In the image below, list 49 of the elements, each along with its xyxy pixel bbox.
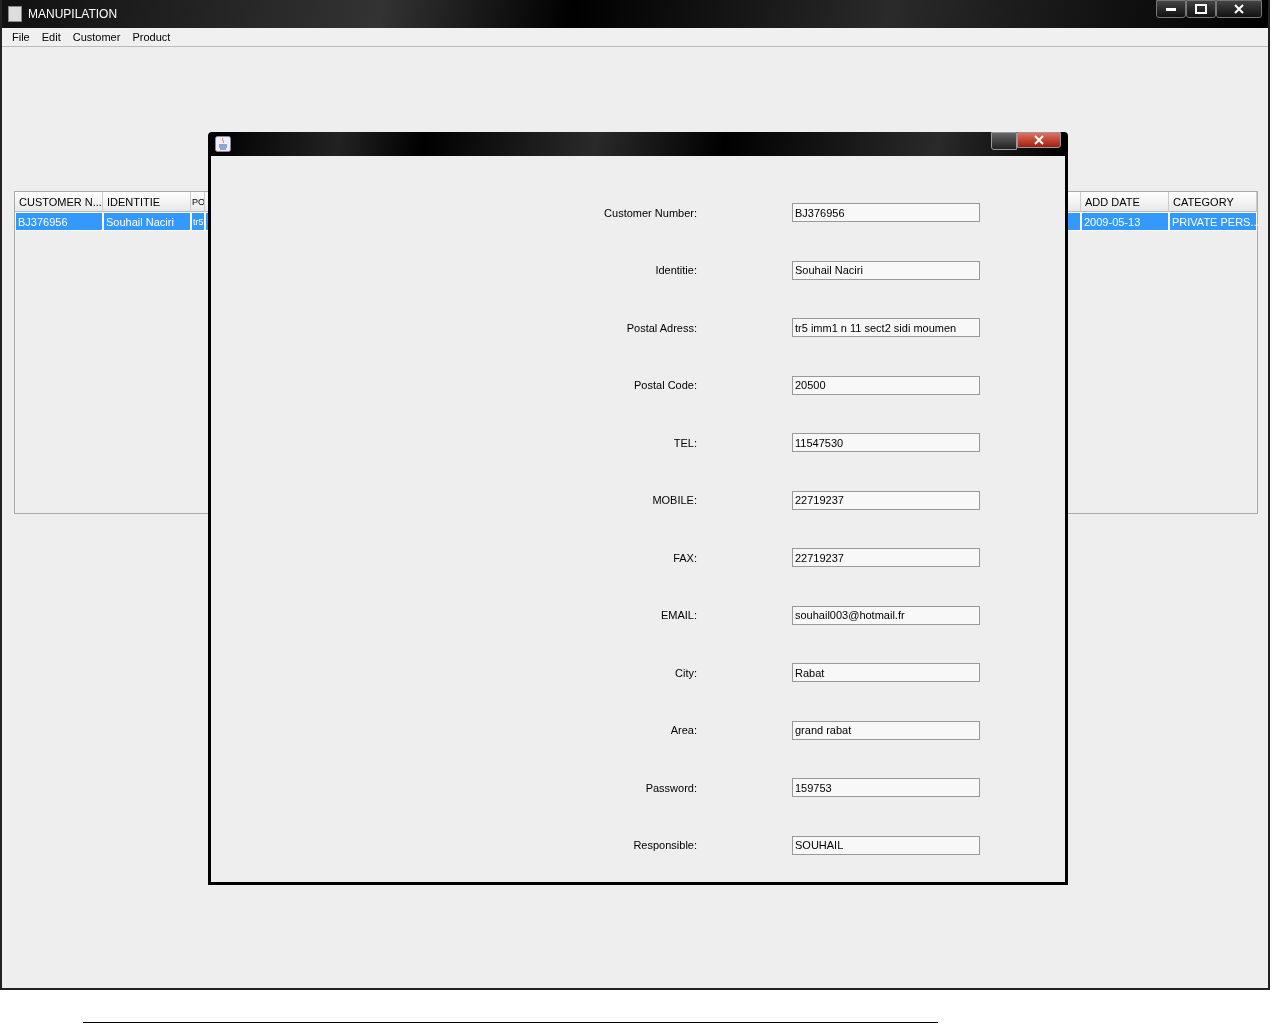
input-field[interactable]: BJ376956 (792, 203, 980, 222)
input-field[interactable]: 159753 (792, 778, 980, 797)
minimize-icon (1166, 7, 1176, 11)
menu-item[interactable]: Edit (35, 31, 67, 43)
field-label: Responsible: (632, 839, 697, 851)
menu-item[interactable]: Customer (66, 31, 127, 43)
field-label: Customer Number: (603, 206, 697, 219)
column-header[interactable]: ADD DATE (1081, 192, 1169, 212)
coffee-cup-icon (215, 136, 231, 152)
input-field[interactable]: Souhail Naciri (792, 260, 980, 280)
menu-item[interactable]: File (6, 31, 36, 43)
input-field[interactable]: 20500 (792, 375, 980, 395)
table-cell: BJ376956 (15, 212, 103, 231)
field-label: Postal Adress: (625, 321, 697, 334)
input-field[interactable]: tr5 imm1 n 11 sect2 sidi moumen (792, 318, 980, 337)
field-label: FAX: (672, 551, 697, 564)
field-label: EMAIL: (659, 609, 697, 621)
input-field[interactable]: grand rabat (792, 720, 980, 740)
field-label: Postal Code: (633, 379, 697, 391)
close-icon (1234, 4, 1244, 14)
window-title: MANUPILATION (28, 7, 119, 21)
dialog-close-button[interactable] (1017, 132, 1061, 148)
close-icon (1034, 135, 1044, 145)
field-label: Password: (644, 781, 697, 794)
input-field[interactable]: 22719237 (792, 490, 980, 510)
column-header[interactable]: PO (191, 192, 205, 212)
app-icon (8, 6, 22, 22)
column-header[interactable]: CATEGORY (1169, 192, 1257, 212)
dialog-minimize-button[interactable] (991, 132, 1017, 150)
field-label: Area: (669, 724, 697, 736)
input-field[interactable]: souhail003@hotmail.fr (792, 605, 980, 625)
column-header[interactable]: IDENTITIE (103, 192, 191, 212)
table-cell: tr5 (191, 212, 205, 231)
field-label: MOBILE: (651, 494, 697, 506)
input-field[interactable]: 11547530 (792, 433, 980, 452)
maximize-button[interactable] (1186, 0, 1216, 18)
input-field[interactable]: SOUHAIL (792, 835, 980, 855)
menu-item[interactable]: Product (126, 31, 177, 43)
input-field[interactable]: 22719237 (792, 548, 980, 567)
maximize-icon (1195, 4, 1207, 14)
column-header[interactable]: CUSTOMER N... (15, 192, 103, 212)
minimize-button[interactable] (1156, 0, 1186, 18)
input-field[interactable]: Rabat (792, 663, 980, 682)
table-cell: Souhail Naciri (103, 212, 191, 231)
field-label: Identitie: (654, 264, 697, 276)
field-label: City: (674, 666, 697, 679)
table-cell: 2009-05-13 (1081, 212, 1169, 231)
close-button[interactable] (1216, 0, 1262, 18)
field-label: TEL: (672, 436, 697, 449)
